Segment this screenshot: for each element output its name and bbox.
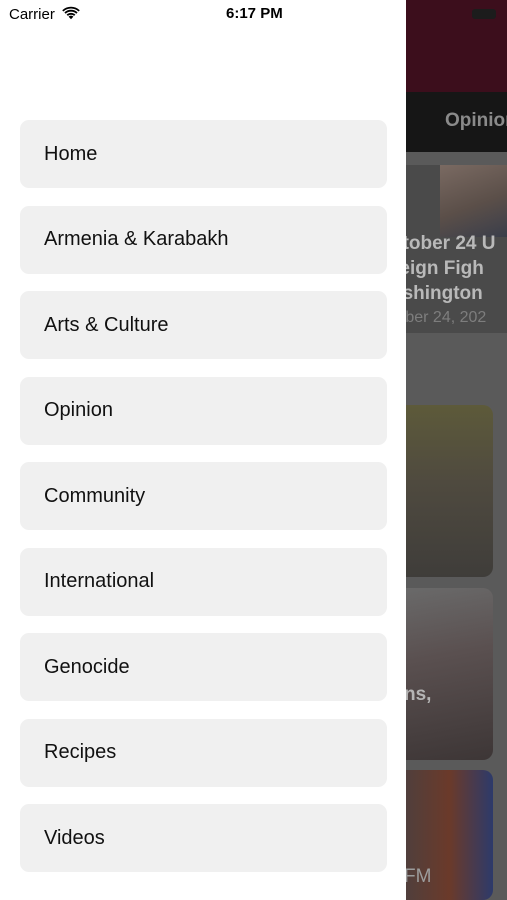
menu-item-opinion[interactable]: Opinion bbox=[20, 376, 387, 445]
menu-item-arts-culture[interactable]: Arts & Culture bbox=[20, 291, 387, 359]
hero-article-date: tober 24, 202 bbox=[392, 309, 487, 326]
menu-item-label: Genocide bbox=[44, 655, 130, 678]
article-card[interactable] bbox=[396, 588, 493, 760]
hero-article-title-line: ashington bbox=[392, 283, 483, 304]
hero-article-title-line: ctober 24 U bbox=[392, 233, 496, 254]
menu-item-recipes[interactable]: Recipes bbox=[20, 718, 387, 787]
status-time: 6:17 PM bbox=[226, 5, 283, 22]
menu-item-label: Home bbox=[44, 142, 98, 165]
side-menu-drawer: Carrier 6:17 PM Home Armenia & Karabakh … bbox=[0, 0, 406, 900]
menu-item-label: Recipes bbox=[44, 741, 117, 763]
hero-article-title-line: reign Figh bbox=[392, 258, 484, 279]
menu-item-label: Arts & Culture bbox=[44, 313, 169, 336]
article-card-title: ns, bbox=[404, 684, 432, 705]
status-bar: Carrier 6:17 PM bbox=[0, 0, 406, 28]
menu-list: Home Armenia & Karabakh Arts & Culture O… bbox=[20, 120, 387, 890]
battery-icon bbox=[472, 9, 496, 19]
article-card[interactable] bbox=[396, 405, 493, 577]
menu-item-label: Opinion bbox=[44, 399, 113, 421]
tab-opinion[interactable]: Opinion bbox=[445, 110, 507, 132]
menu-item-international[interactable]: International bbox=[20, 547, 387, 616]
menu-item-videos[interactable]: Videos bbox=[20, 804, 387, 872]
menu-item-community[interactable]: Community bbox=[20, 462, 387, 530]
wifi-icon bbox=[62, 6, 80, 20]
menu-item-home[interactable]: Home bbox=[20, 120, 387, 188]
menu-item-armenia-karabakh[interactable]: Armenia & Karabakh bbox=[20, 205, 387, 274]
menu-item-label: International bbox=[44, 570, 155, 592]
menu-item-genocide[interactable]: Genocide bbox=[20, 633, 387, 701]
hero-article-image bbox=[440, 165, 507, 237]
menu-item-label: Community bbox=[44, 484, 146, 507]
article-card-title: FM bbox=[404, 866, 432, 887]
carrier-label: Carrier bbox=[9, 6, 55, 23]
menu-item-label: Videos bbox=[44, 826, 105, 849]
menu-item-label: Armenia & Karabakh bbox=[44, 228, 229, 250]
